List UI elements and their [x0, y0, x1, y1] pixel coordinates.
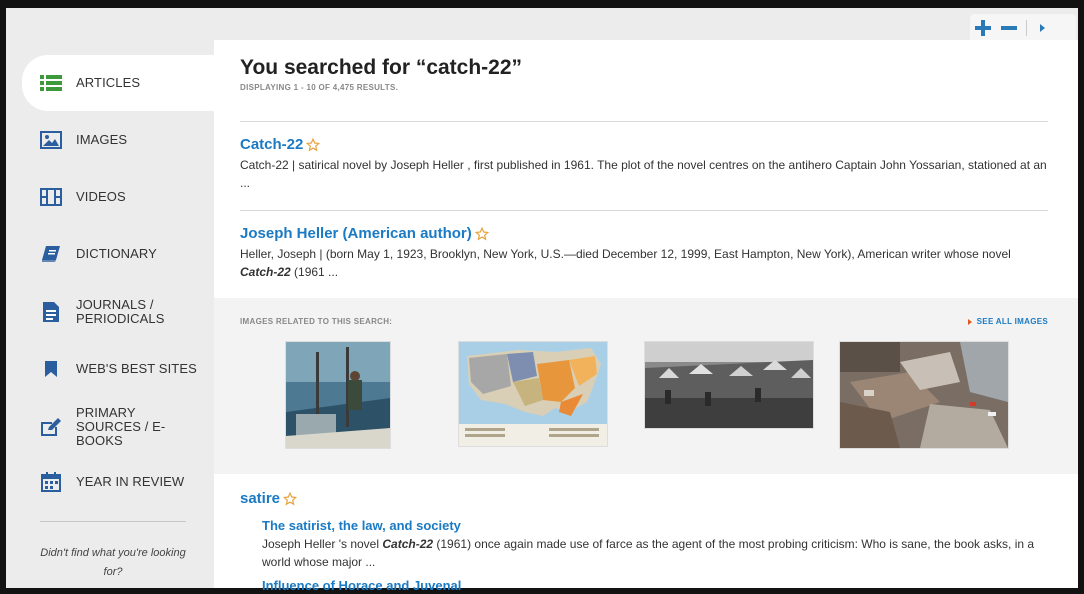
sub-result: The satirist, the law, and society Josep…	[262, 518, 1052, 571]
divider	[240, 210, 1048, 211]
sidebar-item-label: ARTICLES	[76, 75, 141, 90]
book-icon	[40, 244, 62, 264]
document-icon	[40, 302, 62, 322]
see-all-label: SEE ALL IMAGES	[976, 317, 1048, 326]
images-section-label: IMAGES RELATED TO THIS SEARCH:	[240, 317, 393, 326]
page-title: You searched for “catch-22”	[240, 56, 523, 79]
zoom-out-button[interactable]	[996, 14, 1022, 42]
historical-camp-image	[645, 342, 813, 428]
result-title-text: Joseph Heller (American author)	[240, 225, 472, 242]
window-top-edge	[0, 0, 1084, 8]
result-title-text: satire	[240, 490, 281, 507]
divider	[240, 121, 1048, 122]
calendar-icon	[40, 472, 62, 492]
sidebar-item-articles[interactable]: ARTICLES	[22, 55, 214, 111]
main-content: You searched for “catch-22” DISPLAYING 1…	[214, 40, 1078, 593]
edit-icon	[40, 417, 62, 437]
zoom-controls	[970, 14, 1076, 42]
list-icon	[40, 73, 62, 93]
sub-result-title-link[interactable]: The satirist, the law, and society	[262, 518, 1052, 533]
sidebar-divider	[40, 521, 186, 522]
sidebar-item-images[interactable]: IMAGES	[22, 114, 214, 166]
search-result: Catch-22 Catch-22 | satirical novel by J…	[240, 136, 1050, 192]
highlight-term: Catch-22	[382, 537, 434, 551]
sidebar-item-dictionary[interactable]: DICTIONARY	[22, 228, 214, 280]
film-icon	[40, 187, 62, 207]
sidebar-item-primary-sources[interactable]: PRIMARY SOURCES / E-BOOKS	[22, 401, 214, 453]
sidebar-item-videos[interactable]: VIDEOS	[22, 171, 214, 223]
star-icon[interactable]	[283, 491, 298, 506]
highlight-term: Catch-22	[240, 265, 291, 279]
bookmark-icon	[40, 359, 62, 379]
star-icon[interactable]	[306, 137, 321, 152]
zoom-in-button[interactable]	[970, 14, 996, 42]
sidebar-item-label: JOURNALS / PERIODICALS	[76, 297, 165, 326]
snippet-text: (1961 ...	[290, 265, 339, 279]
caret-right-icon	[1039, 24, 1045, 32]
result-title-link[interactable]: Catch-22	[240, 136, 321, 153]
sidebar-item-label: IMAGES	[76, 132, 128, 147]
image-icon	[40, 130, 62, 150]
result-title-text: Catch-22	[240, 136, 304, 153]
sidebar-help-text: Didn't find what you're looking for?	[40, 547, 186, 578]
fishing-boat-image	[286, 342, 390, 448]
image-thumbnail[interactable]	[458, 341, 608, 447]
sidebar-item-journals[interactable]: JOURNALS / PERIODICALS	[22, 286, 214, 338]
sub-result-title-link[interactable]: Influence of Horace and Juvenal	[262, 578, 1052, 593]
sidebar-item-label: WEB'S BEST SITES	[76, 361, 197, 376]
minus-icon	[1001, 26, 1017, 30]
snippet-text: Joseph Heller 's novel	[262, 537, 383, 551]
zoom-divider	[1026, 20, 1027, 36]
image-thumbnail[interactable]	[285, 341, 391, 449]
window-right-edge	[1078, 0, 1084, 594]
result-snippet: Joseph Heller 's novel Catch-22 (1961) o…	[262, 535, 1052, 571]
sidebar-item-label: VIDEOS	[76, 189, 126, 204]
plus-icon	[975, 20, 991, 36]
sidebar-item-label: PRIMARY SOURCES / E-BOOKS	[76, 405, 166, 448]
image-thumbnail[interactable]	[839, 341, 1009, 449]
collapsed-buildings-image	[840, 342, 1008, 448]
snippet-text: Heller, Joseph | (born May 1, 1923, Broo…	[240, 247, 1011, 261]
related-images-section: IMAGES RELATED TO THIS SEARCH: SEE ALL I…	[214, 298, 1078, 474]
caret-right-icon	[967, 318, 972, 325]
image-thumbnail[interactable]	[644, 341, 814, 429]
search-result: satire	[240, 490, 1050, 508]
search-result: Joseph Heller (American author) Heller, …	[240, 225, 1050, 281]
sidebar-item-year-in-review[interactable]: YEAR IN REVIEW	[22, 456, 214, 508]
results-count: DISPLAYING 1 - 10 OF 4,475 RESULTS.	[240, 83, 399, 92]
result-title-link[interactable]: satire	[240, 490, 298, 507]
sub-result: Influence of Horace and Juvenal	[262, 578, 1052, 593]
collapse-panel-button[interactable]	[1033, 14, 1051, 42]
sidebar-item-label: YEAR IN REVIEW	[76, 474, 185, 489]
sidebar-item-web-best-sites[interactable]: WEB'S BEST SITES	[22, 343, 214, 395]
result-title-link[interactable]: Joseph Heller (American author)	[240, 225, 489, 242]
sidebar: ARTICLES IMAGES VIDEOS DICTIONARY JOURNA…	[6, 40, 214, 588]
us-map-image	[459, 342, 607, 446]
sidebar-item-label: DICTIONARY	[76, 246, 157, 261]
result-snippet: Heller, Joseph | (born May 1, 1923, Broo…	[240, 245, 1050, 281]
star-icon[interactable]	[474, 226, 489, 241]
result-snippet: Catch-22 | satirical novel by Joseph Hel…	[240, 158, 1047, 190]
see-all-images-link[interactable]: SEE ALL IMAGES	[967, 317, 1048, 326]
